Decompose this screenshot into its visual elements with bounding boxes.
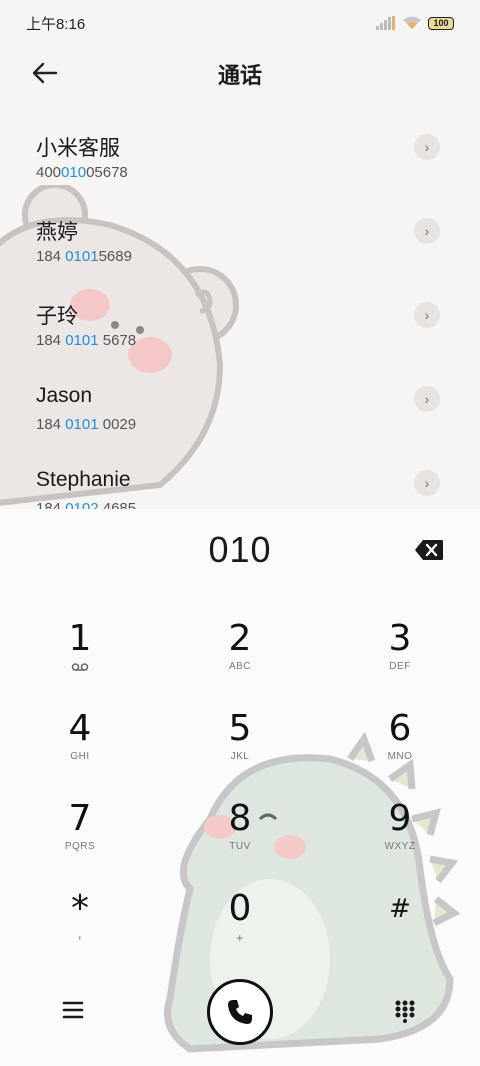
chevron-right-icon[interactable]: › [414, 134, 440, 160]
contact-row[interactable]: 燕婷 184 01015689 › [0, 196, 480, 280]
number-prefix: 184 [36, 332, 66, 349]
wifi-icon [403, 16, 421, 29]
dialer-panel: 010 1 2 ABC 3 DEF 4 GHI 5 JKL 6 MNO 7 PQ… [0, 509, 480, 1066]
number-match: 0101 [65, 248, 99, 265]
chevron-right-icon[interactable]: › [414, 386, 440, 412]
key-digit: # [389, 894, 411, 924]
key-digit: 8 [228, 798, 252, 839]
menu-icon[interactable] [62, 999, 84, 1021]
key-digit: 6 [388, 708, 412, 749]
key-4[interactable]: 4 GHI [20, 709, 140, 789]
chevron-right-icon[interactable]: › [414, 470, 440, 496]
key-letters: TUV [229, 841, 251, 852]
status-bar: 上午8:16 100 [0, 0, 480, 46]
status-time: 上午8:16 [26, 15, 86, 33]
key-0[interactable]: 0 + [180, 889, 300, 969]
keypad-icon[interactable] [394, 999, 416, 1023]
number-match: 0101 [65, 332, 99, 349]
key-7[interactable]: 7 PQRS [20, 799, 140, 879]
number-suffix: 5689 [98, 248, 132, 265]
backspace-icon[interactable] [414, 539, 444, 561]
contact-name: Stephanie [36, 468, 131, 491]
number-prefix: 184 [36, 248, 66, 265]
key-digit: 0 [228, 888, 252, 929]
key-star[interactable]: * , [20, 889, 140, 969]
number-prefix: 184 [36, 500, 66, 509]
key-letters: DEF [389, 661, 411, 672]
contact-number: 184 0102 4685 [36, 500, 136, 509]
dialer-actions [0, 979, 480, 1049]
page-title: 通话 [217, 63, 262, 88]
contact-number: 184 01015689 [36, 248, 132, 265]
key-digit: 4 [68, 708, 92, 749]
phone-icon [228, 1000, 252, 1024]
number-match: 0102 [65, 500, 99, 509]
key-5[interactable]: 5 JKL [180, 709, 300, 789]
contact-row[interactable]: 子玲 184 0101 5678 › [0, 280, 480, 364]
number-prefix: 184 [36, 416, 66, 433]
contact-name: 小米客服 [36, 137, 120, 160]
voicemail-icon [71, 663, 89, 671]
contact-list[interactable]: 小米客服 40001005678 › 燕婷 184 01015689 › 子玲 … [0, 112, 480, 509]
key-digit: 3 [388, 618, 412, 659]
key-1[interactable]: 1 [20, 619, 140, 699]
contact-row[interactable]: 小米客服 40001005678 › [0, 112, 480, 196]
number-suffix: 5678 [98, 332, 137, 349]
key-digit: 2 [228, 618, 252, 659]
key-letters: WXYZ [384, 841, 416, 852]
key-8[interactable]: 8 TUV [180, 799, 300, 879]
contact-name: 燕婷 [36, 221, 78, 244]
signal-icon [376, 16, 395, 30]
key-2[interactable]: 2 ABC [180, 619, 300, 699]
status-icons: 100 [376, 16, 454, 30]
key-digit: 5 [228, 708, 252, 749]
key-6[interactable]: 6 MNO [340, 709, 460, 789]
number-suffix: 4685 [98, 500, 137, 509]
key-letters: + [236, 931, 244, 945]
battery-indicator: 100 [428, 16, 454, 30]
contact-row[interactable]: Jason 184 0101 0029 › [0, 364, 480, 448]
number-match: 010 [61, 164, 87, 181]
key-digit: * [71, 888, 89, 929]
number-match: 0101 [65, 416, 99, 433]
key-hash[interactable]: # [340, 889, 460, 969]
key-letters: MNO [387, 751, 413, 762]
contact-name: Jason [36, 384, 93, 407]
key-letters: PQRS [64, 841, 96, 852]
call-button[interactable] [207, 979, 273, 1045]
number-prefix: 400 [36, 164, 62, 181]
chevron-right-icon[interactable]: › [414, 218, 440, 244]
key-digit: 7 [68, 798, 92, 839]
contact-number: 40001005678 [36, 164, 128, 181]
key-9[interactable]: 9 WXYZ [340, 799, 460, 879]
key-letters: JKL [230, 751, 250, 762]
key-3[interactable]: 3 DEF [340, 619, 460, 699]
contact-number: 184 0101 5678 [36, 332, 136, 349]
number-suffix: 0029 [98, 416, 137, 433]
key-digit: 9 [388, 798, 412, 839]
number-suffix: 05678 [86, 164, 128, 181]
chevron-right-icon[interactable]: › [414, 302, 440, 328]
contact-row[interactable]: Stephanie 184 0102 4685 › [0, 448, 480, 509]
dial-input[interactable]: 010 [0, 529, 480, 571]
key-letters: ABC [228, 661, 252, 672]
key-letters: GHI [70, 751, 90, 762]
key-letters: , [77, 925, 83, 941]
contact-name: 子玲 [36, 305, 78, 328]
key-digit: 1 [68, 618, 92, 659]
header: 通话 [0, 46, 480, 102]
contact-number: 184 0101 0029 [36, 416, 136, 433]
